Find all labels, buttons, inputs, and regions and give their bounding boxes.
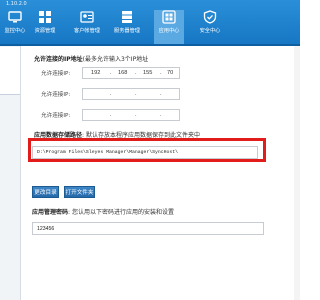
ip-dot: .	[135, 112, 137, 118]
ip-octet: 70	[167, 70, 174, 76]
section-hint: (最多允许输入3个IP地址	[82, 56, 149, 63]
allowed-ip-input-2[interactable]: . . .	[82, 88, 180, 100]
change-directory-button[interactable]: 更改目录	[32, 186, 59, 198]
allowed-ip-label-2: 允许连接IP:	[41, 92, 71, 98]
section-hint: : 您认用以下密码进行应用的安装和设置	[68, 209, 174, 216]
allowed-ip-label-3: 允许连接IP:	[41, 113, 71, 119]
section-title-text: 允许连接的IP地址	[34, 56, 83, 63]
toolbar-label: 安全中心	[199, 28, 221, 34]
toolbar-server-management[interactable]: 服务器管理	[112, 10, 142, 42]
app-settings-panel: 允许连接的IP地址(最多允许输入3个IP地址 允许连接IP: 192 . 168…	[22, 46, 300, 300]
ip-dot: .	[135, 91, 137, 97]
scrollbar-track[interactable]	[294, 46, 300, 300]
shield-icon	[203, 10, 217, 24]
ip-dot: .	[110, 91, 112, 97]
ip-dot: .	[110, 112, 112, 118]
ip-dot: .	[135, 70, 137, 76]
toolbar-label: 客户帐管理	[74, 28, 100, 34]
toolbar-client-account[interactable]: 客户帐管理	[72, 10, 102, 42]
toolbar-resource-management[interactable]: 资源管理	[30, 10, 60, 42]
toolbar-monitor-center[interactable]: 监控中心	[0, 10, 30, 42]
server-icon	[122, 11, 132, 23]
resource-grid-icon	[39, 11, 51, 23]
ip-octet: 168	[118, 70, 128, 76]
section-title-text: 应用管理密码	[32, 209, 69, 216]
ip-dot: .	[110, 70, 112, 76]
highlight-frame	[28, 138, 266, 162]
sidebar-divider	[0, 94, 20, 95]
allowed-ip-input-1[interactable]: 192 . 168 . 155 . 70	[82, 67, 180, 79]
main-toolbar: 1.10.2.0 监控中心 资源管理 客户帐管理 服务器管理 应用中心 安全中心	[0, 0, 300, 44]
ip-octet: 155	[143, 70, 153, 76]
admin-password-input[interactable]: 123456	[32, 222, 264, 235]
ip-dot: .	[160, 70, 162, 76]
toolbar-label: 服务器管理	[114, 28, 140, 34]
ip-octet: 192	[91, 70, 101, 76]
open-folder-button[interactable]: 打开文件夹	[64, 186, 95, 198]
app-center-icon	[162, 10, 176, 24]
password-section-title: 应用管理密码: 您认用以下密码进行应用的安装和设置	[32, 207, 174, 216]
toolbar-label: 监控中心	[4, 28, 26, 34]
sidebar-item-active[interactable]	[0, 47, 20, 94]
toolbar-app-center[interactable]: 应用中心	[154, 10, 184, 44]
ip-dot: .	[160, 91, 162, 97]
toolbar-label: 资源管理	[34, 28, 56, 34]
ip-dot: .	[160, 112, 162, 118]
allowed-ip-input-3[interactable]: . . .	[82, 109, 180, 121]
allowed-ip-section-title: 允许连接的IP地址(最多允许输入3个IP地址	[34, 54, 148, 63]
version-label: 1.10.2.0	[6, 1, 27, 7]
monitor-icon	[8, 11, 22, 23]
toolbar-label: 应用中心	[158, 28, 180, 34]
user-card-icon	[80, 11, 94, 23]
toolbar-security-center[interactable]: 安全中心	[195, 10, 225, 42]
allowed-ip-label-1: 允许连接IP:	[41, 71, 71, 77]
